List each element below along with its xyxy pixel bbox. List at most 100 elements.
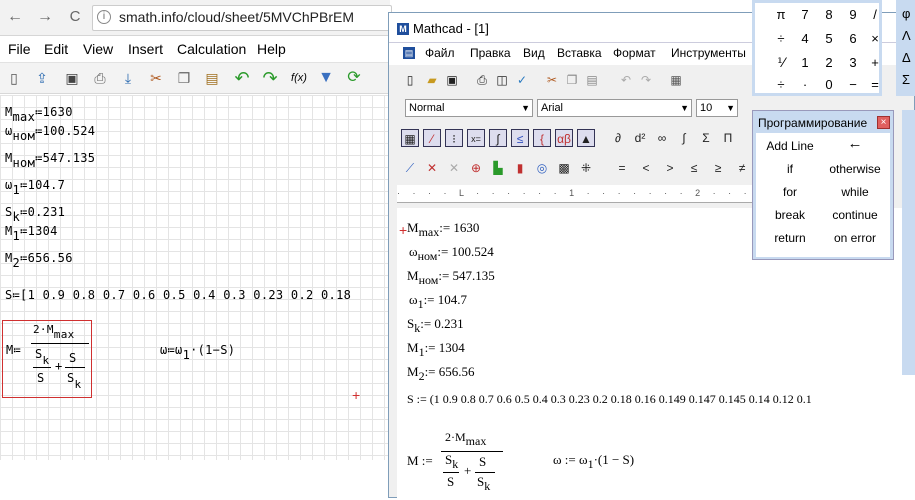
programming-button[interactable]: on error [822, 231, 888, 245]
paste-icon[interactable]: ▤ [583, 71, 601, 89]
contour-plot-icon[interactable]: ⊕ [467, 159, 485, 177]
mc-menu-format[interactable]: Формат [613, 46, 656, 60]
download-icon[interactable]: ⤓ [118, 68, 138, 88]
programming-button[interactable]: return [760, 231, 820, 245]
calculator-key[interactable]: ÷ [769, 31, 793, 46]
undo-icon[interactable]: ↶ [617, 71, 635, 89]
evaluation-toolbar-icon[interactable]: x= [467, 129, 485, 147]
mc-m2-definition[interactable]: M2:= 656.56 [407, 364, 475, 384]
programming-button[interactable]: Add Line [760, 139, 820, 153]
cut-icon[interactable]: ✂ [543, 71, 561, 89]
calculator-key[interactable]: 0 [817, 77, 841, 92]
print-icon[interactable]: ⎙ [473, 71, 491, 89]
paste-icon[interactable]: ▤ [202, 68, 222, 88]
refresh-icon[interactable]: ⟳ [344, 68, 364, 88]
less-equal-icon[interactable]: ≤ [685, 159, 703, 177]
cut-icon[interactable]: ✂ [146, 68, 166, 88]
calculator-key[interactable]: ⅟ [769, 55, 793, 71]
calculator-key[interactable]: 7 [793, 7, 817, 22]
product-icon[interactable]: Π [719, 129, 737, 147]
open-icon[interactable]: ▰ [423, 71, 441, 89]
infinity-icon[interactable]: ∞ [653, 129, 671, 147]
greek-symbol[interactable]: Λ [902, 28, 911, 43]
calculus-toolbar-icon[interactable]: ∫ [489, 129, 507, 147]
menu-file[interactable]: File [8, 41, 31, 57]
close-icon[interactable]: × [877, 116, 890, 129]
m1-definition[interactable]: M1≔1304 [5, 224, 58, 243]
calculator-key[interactable]: 4 [793, 31, 817, 46]
sk-definition[interactable]: Sk≔0.231 [5, 205, 65, 224]
info-icon[interactable]: i [97, 10, 111, 24]
programming-button[interactable]: for [760, 185, 820, 199]
menu-help[interactable]: Help [257, 41, 286, 57]
style-select[interactable]: Normal ▼ [405, 99, 533, 117]
url-field[interactable]: i smath.info/cloud/sheet/5MVChPBrEM [92, 5, 392, 31]
menu-view[interactable]: View [83, 41, 113, 57]
mc-menu-file[interactable]: Файл [425, 46, 455, 60]
bar-plot-icon[interactable]: ▮ [511, 159, 529, 177]
derivative-icon[interactable]: ∂ [609, 129, 627, 147]
greek-symbol[interactable]: φ [902, 6, 910, 21]
calculator-key[interactable]: π [769, 7, 793, 22]
not-equal-icon[interactable]: ≠ [733, 159, 751, 177]
programming-button[interactable]: while [822, 185, 888, 199]
calculator-key[interactable]: 6 [841, 31, 865, 46]
omega-definition[interactable]: ω≔ω1·(1−S) [160, 343, 235, 362]
mc-formula-m-region[interactable]: M := 2·Mmax Sk S + S Sk [407, 428, 517, 500]
menu-calculation[interactable]: Calculation [177, 41, 246, 57]
formula-m-region[interactable]: M≔ 2·Mmax Sk S + S Sk [2, 320, 92, 398]
calculator-key[interactable]: 2 [817, 55, 841, 70]
plot-wizard-icon[interactable]: ▩ [555, 159, 573, 177]
calculator-key[interactable]: + [863, 55, 887, 70]
greek-toolbar-icon[interactable]: αβ [555, 129, 573, 147]
mmax-definition[interactable]: Mmax≔1630 [5, 105, 73, 124]
greater-equal-icon[interactable]: ≥ [709, 159, 727, 177]
mc-omega-definition[interactable]: ω := ω1·(1 − S) [553, 452, 634, 472]
calculator-toolbar-icon[interactable]: ▦ [401, 129, 419, 147]
undo-icon[interactable]: ↶ [232, 68, 252, 88]
preview-icon[interactable]: ◫ [493, 71, 511, 89]
mc-m1-definition[interactable]: M1:= 1304 [407, 340, 465, 360]
sum-icon[interactable]: Σ [697, 129, 715, 147]
forward-icon[interactable]: → [36, 8, 54, 26]
programming-button[interactable]: otherwise [822, 162, 888, 176]
calculator-key[interactable]: = [863, 77, 887, 92]
calculator-key[interactable]: 8 [817, 7, 841, 22]
mc-s-vector-definition[interactable]: S := (1 0.9 0.8 0.7 0.6 0.5 0.4 0.3 0.23… [407, 392, 812, 407]
mc-menu-edit[interactable]: Правка [470, 46, 511, 60]
redo-icon[interactable]: ↷ [260, 68, 280, 88]
mnom-definition[interactable]: Mном≔547.135 [5, 151, 95, 170]
boolean-toolbar-icon[interactable]: ≤ [511, 129, 529, 147]
w1-definition[interactable]: ω1≔104.7 [5, 178, 65, 197]
mc-mmax-definition[interactable]: Mmax:= 1630 [407, 220, 479, 240]
mc-w1-definition[interactable]: ω1:= 104.7 [409, 292, 467, 312]
surface-plot-icon[interactable]: ✕ [445, 159, 463, 177]
mc-sk-definition[interactable]: Sk:= 0.231 [407, 316, 464, 336]
menu-insert[interactable]: Insert [128, 41, 163, 57]
polar-plot-icon[interactable]: ✕ [423, 159, 441, 177]
reload-icon[interactable]: C [66, 8, 84, 26]
save-icon[interactable]: ▣ [443, 71, 461, 89]
wnom-definition[interactable]: ωном≔100.524 [5, 124, 95, 143]
print-icon[interactable]: ⎙ [90, 68, 110, 88]
s-vector-definition[interactable]: S≔[1 0.9 0.8 0.7 0.6 0.5 0.4 0.3 0.23 0.… [5, 288, 351, 302]
new-icon[interactable]: ▯ [4, 68, 24, 88]
save-icon[interactable]: ▣ [62, 68, 82, 88]
3d-scatter-icon[interactable]: ▙ [489, 159, 507, 177]
calculator-key[interactable]: × [863, 31, 887, 46]
calculator-key[interactable]: 1 [793, 55, 817, 70]
programming-button[interactable]: continue [822, 208, 888, 222]
greek-symbol[interactable]: Σ [902, 72, 910, 87]
mc-mnom-definition[interactable]: Mном:= 547.135 [407, 268, 495, 288]
smath-worksheet[interactable]: Mmax≔1630 ωном≔100.524 Mном≔547.135 ω1≔1… [0, 95, 390, 460]
document-icon[interactable]: ▤ [403, 47, 415, 59]
graph-toolbar-icon[interactable]: ⁄ [423, 129, 441, 147]
upload-icon[interactable]: ⇪ [32, 68, 52, 88]
mathcad-ruler[interactable]: · · · · L · · · · · · 1 · · · · · · · 2 … [397, 185, 752, 203]
filter-icon[interactable]: ▼ [316, 68, 336, 88]
font-select[interactable]: Arial ▼ [537, 99, 692, 117]
copy-icon[interactable]: ❐ [174, 68, 194, 88]
copy-icon[interactable]: ❐ [563, 71, 581, 89]
calculator-key[interactable]: 3 [841, 55, 865, 70]
greater-than-icon[interactable]: > [661, 159, 679, 177]
